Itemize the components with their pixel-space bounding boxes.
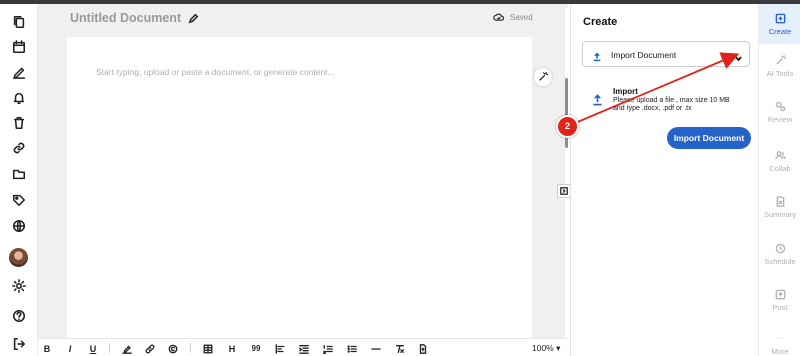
tool-create[interactable]: Create	[759, 4, 800, 44]
align-left-icon	[275, 343, 285, 354]
import-heading: Import	[613, 87, 638, 96]
magic-wand-icon	[775, 54, 786, 65]
copyright-icon	[168, 344, 178, 353]
magic-wand-icon	[539, 72, 548, 81]
calendar-icon[interactable]	[9, 37, 29, 57]
tag-icon[interactable]	[9, 190, 29, 210]
document-icon	[776, 195, 784, 207]
zoom-chevron-icon[interactable]: ▾	[556, 343, 560, 353]
ai-magic-button[interactable]	[534, 68, 552, 86]
sidebar-toggle-icon	[560, 187, 568, 195]
italic-button[interactable]: I	[63, 342, 77, 355]
formatting-toolbar: B I U H 99 100% ▾	[38, 338, 568, 356]
step-badge: 2	[556, 115, 579, 138]
zoom-select[interactable]: 100% ▾	[532, 343, 560, 354]
panel-title: Create	[583, 16, 618, 28]
zoom-value[interactable]: 100%	[532, 343, 554, 353]
tool-label: Review	[767, 114, 793, 124]
tool-ai-tools[interactable]: AI Tools	[759, 46, 800, 86]
underline-button[interactable]: U	[86, 342, 100, 355]
document-page[interactable]: Start typing, upload or paste a document…	[67, 37, 532, 338]
horizontal-rule-button[interactable]	[369, 342, 383, 355]
horizontal-rule-icon	[371, 347, 381, 350]
right-tool-rail: Create AI Tools Review Collab Summary Sc…	[758, 4, 800, 356]
highlight-pen-icon	[122, 345, 132, 354]
dropdown-selected-value[interactable]: Import Document	[611, 50, 676, 60]
document-title-text[interactable]: Untitled Document	[70, 11, 181, 25]
indent-icon	[299, 344, 309, 354]
panel-toggle-button[interactable]	[557, 184, 571, 198]
trash-icon[interactable]	[9, 113, 29, 133]
highlight-button[interactable]	[120, 342, 134, 355]
numbered-list-icon	[323, 344, 333, 354]
import-document-button[interactable]: Import Document	[667, 127, 751, 149]
create-mode-dropdown[interactable]: Import Document	[582, 41, 750, 67]
heading-button[interactable]: H	[225, 342, 239, 355]
tool-review[interactable]: Review	[759, 92, 800, 132]
logout-icon[interactable]	[9, 334, 29, 354]
editor-scrollbar[interactable]	[565, 8, 568, 338]
toolbar-divider	[190, 343, 191, 353]
chevron-down-icon[interactable]	[734, 50, 743, 62]
bold-button[interactable]: B	[40, 342, 54, 355]
tool-schedule[interactable]: Schedule	[759, 234, 800, 274]
save-status: Saved	[493, 12, 533, 22]
globe-icon[interactable]	[9, 216, 29, 236]
create-panel: Create Import Document Import Please upl…	[570, 4, 758, 356]
bell-icon[interactable]	[9, 88, 29, 108]
plus-square-icon	[775, 13, 785, 23]
editor-placeholder[interactable]: Start typing, upload or paste a document…	[96, 67, 335, 77]
clock-icon	[775, 243, 785, 253]
bullet-list-button[interactable]	[345, 342, 359, 355]
tool-post[interactable]: Post	[759, 280, 800, 320]
numbered-list-button[interactable]	[321, 342, 335, 355]
table-button[interactable]	[201, 342, 215, 355]
help-icon[interactable]	[9, 306, 29, 326]
review-icon	[775, 101, 785, 111]
editor-workspace: Untitled Document Saved Start typing, up…	[38, 4, 571, 338]
tool-label: Summary	[763, 209, 797, 219]
link-icon[interactable]	[9, 138, 29, 158]
gear-icon[interactable]	[9, 276, 29, 296]
left-sidebar	[0, 4, 38, 356]
more-icon	[776, 337, 784, 339]
clear-format-icon	[396, 344, 404, 353]
copy-icon[interactable]	[9, 12, 29, 32]
post-icon	[775, 289, 785, 299]
tool-label: Post	[772, 302, 788, 312]
copyright-button[interactable]	[166, 342, 180, 355]
import-description: Please upload a file , max size 10 MB an…	[613, 97, 730, 112]
file-icon	[419, 343, 427, 354]
save-status-text: Saved	[510, 12, 533, 22]
tool-label: Collab	[769, 163, 791, 173]
tool-label: Create	[768, 26, 792, 36]
tool-label: AI Tools	[766, 68, 794, 78]
users-icon	[774, 150, 786, 159]
align-left-button[interactable]	[273, 342, 287, 355]
upload-icon	[592, 93, 603, 106]
link-icon	[145, 344, 155, 353]
cloud-check-icon	[493, 13, 504, 21]
edit-pencil-icon[interactable]	[188, 13, 199, 24]
pen-icon[interactable]	[9, 62, 29, 82]
table-icon	[203, 344, 213, 353]
tool-summary[interactable]: Summary	[759, 187, 800, 227]
toolbar-divider	[109, 343, 110, 353]
quote-button[interactable]: 99	[249, 342, 263, 355]
document-title[interactable]: Untitled Document	[70, 11, 199, 25]
indent-button[interactable]	[297, 342, 311, 355]
tool-label: More	[771, 346, 789, 356]
tool-collab[interactable]: Collab	[759, 141, 800, 181]
insert-file-button[interactable]	[416, 342, 430, 355]
folder-icon[interactable]	[9, 164, 29, 184]
upload-icon	[592, 49, 602, 62]
clear-format-button[interactable]	[393, 342, 407, 355]
bullet-list-icon	[347, 344, 357, 353]
tool-label: Schedule	[764, 256, 796, 266]
link-button[interactable]	[143, 342, 157, 355]
tool-more[interactable]: More	[759, 324, 800, 356]
avatar[interactable]	[9, 248, 28, 267]
